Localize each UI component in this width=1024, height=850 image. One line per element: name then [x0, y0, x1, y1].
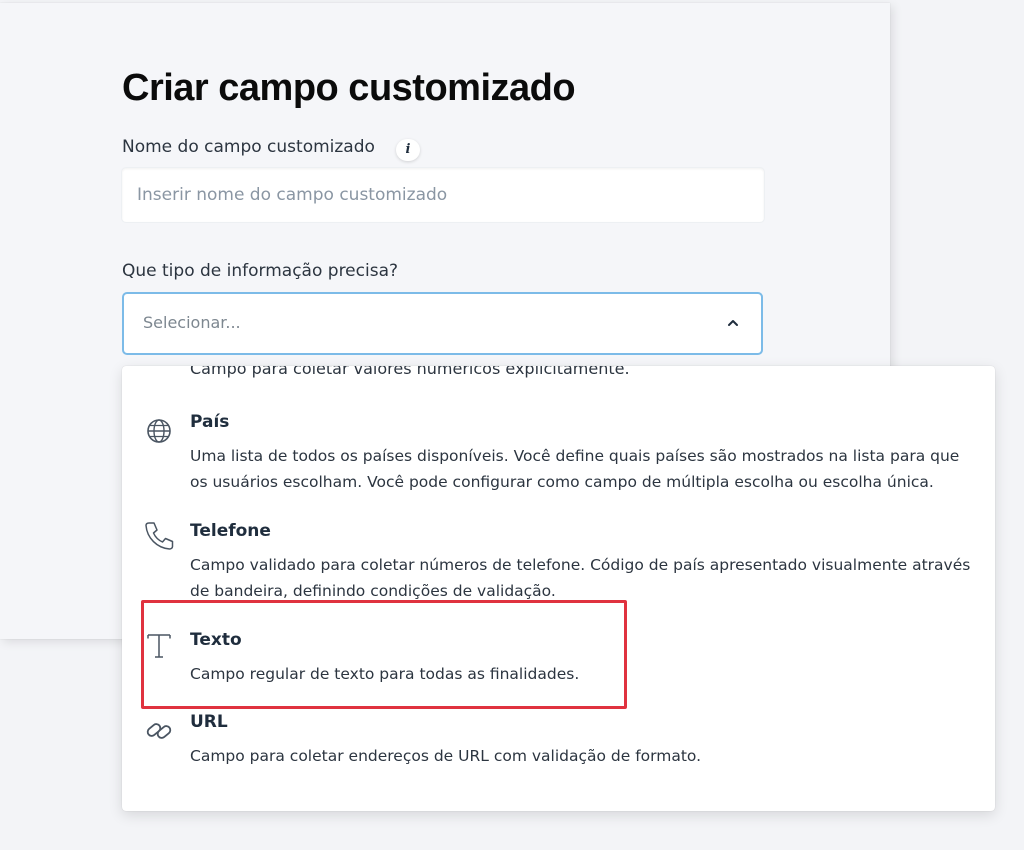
info-icon[interactable]: i — [396, 139, 420, 161]
custom-field-name-input[interactable] — [122, 168, 764, 222]
option-pais[interactable]: País Uma lista de todos os países dispon… — [122, 412, 995, 512]
option-pais-title: País — [190, 412, 230, 432]
option-telefone-description: Campo validado para coletar números de t… — [190, 556, 971, 600]
option-url-description: Campo para coletar endereços de URL com … — [190, 747, 702, 765]
globe-icon — [147, 419, 171, 443]
page-title: Criar campo customizado — [122, 67, 576, 109]
select-placeholder: Selecionar... — [143, 313, 241, 332]
link-icon — [146, 723, 172, 739]
highlight-box — [141, 600, 627, 709]
partial-option-description: Campo para coletar valores numéricos exp… — [190, 366, 630, 378]
option-url[interactable]: URL Campo para coletar endereços de URL … — [122, 712, 995, 782]
type-field-label: Que tipo de informação precisa? — [122, 261, 399, 281]
option-pais-description: Uma lista de todos os países disponíveis… — [190, 447, 960, 491]
chevron-up-icon — [728, 320, 738, 326]
option-url-title: URL — [190, 712, 228, 732]
name-field-label: Nome do campo customizado — [122, 137, 375, 157]
type-select[interactable]: Selecionar... — [122, 292, 763, 355]
phone-icon — [145, 522, 174, 550]
type-dropdown-menu: Campo para coletar valores numéricos exp… — [122, 366, 995, 811]
option-telefone-title: Telefone — [190, 521, 271, 541]
